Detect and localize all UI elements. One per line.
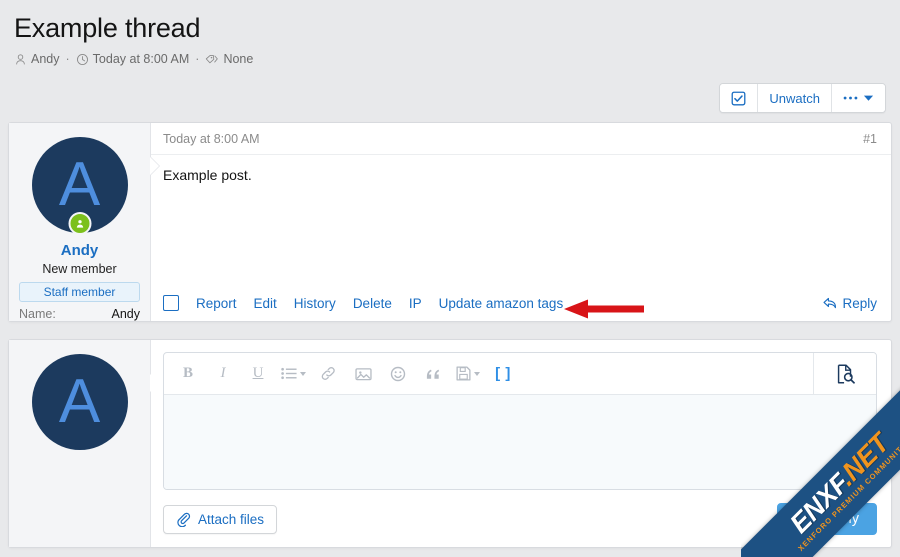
italic-icon[interactable]: I xyxy=(207,360,239,388)
post-reply-button[interactable]: Post reply xyxy=(776,503,877,535)
post-action-bar: Report Edit History Delete IP Update ama… xyxy=(151,287,891,321)
update-amazon-tags-link[interactable]: Update amazon tags xyxy=(439,296,564,311)
smilie-icon[interactable] xyxy=(382,360,414,388)
avatar-wrapper: A xyxy=(31,137,128,235)
list-icon[interactable] xyxy=(277,360,309,388)
staff-member-badge: Staff member xyxy=(19,282,140,302)
post-user-sidebar: A Andy New member Staff member Name: And… xyxy=(9,123,151,321)
underline-icon[interactable]: U xyxy=(242,360,274,388)
post-user-title: New member xyxy=(42,262,117,276)
edit-link[interactable]: Edit xyxy=(254,296,277,311)
checkbox-checked-icon xyxy=(731,91,746,106)
reply-user-sidebar: A xyxy=(9,340,159,547)
thread-header: Example thread Andy · Today at 8:00 AM ·… xyxy=(0,0,900,67)
reply-main: B I U [] Attach files Post reply xyxy=(151,340,891,547)
chevron-down-icon xyxy=(299,371,306,376)
link-icon[interactable] xyxy=(312,360,344,388)
watch-checkbox-button[interactable] xyxy=(720,84,759,112)
paperclip-icon xyxy=(176,512,191,527)
post-user-field-value: Andy xyxy=(111,307,141,321)
thread-more-options-button[interactable] xyxy=(832,84,885,112)
post-header: Today at 8:00 AM #1 xyxy=(151,123,891,155)
preview-button[interactable] xyxy=(813,353,876,394)
online-status-icon xyxy=(68,212,91,235)
reply-footer: Attach files Post reply xyxy=(163,503,877,535)
bold-icon[interactable]: B xyxy=(172,360,204,388)
attach-files-button[interactable]: Attach files xyxy=(163,504,278,534)
preview-document-icon xyxy=(834,363,856,385)
editor-toolbar: B I U [] xyxy=(164,353,813,394)
post-number[interactable]: #1 xyxy=(863,132,877,146)
reply-arrow-icon xyxy=(823,297,837,310)
bbcode-icon[interactable]: [ ] xyxy=(487,360,519,388)
ellipsis-icon xyxy=(843,95,858,101)
thread-meta: Andy · Today at 8:00 AM · None xyxy=(14,51,886,67)
reply-editor-block: A B I U [] Attach files Post reply xyxy=(8,339,892,548)
annotation-arrow-icon xyxy=(564,299,644,319)
avatar[interactable]: A xyxy=(31,354,128,450)
editor-toolbar-row: B I U [] xyxy=(164,353,876,395)
watch-button-group: Unwatch xyxy=(719,83,886,113)
report-link[interactable]: Report xyxy=(196,296,237,311)
chevron-down-icon xyxy=(474,371,480,376)
delete-link[interactable]: Delete xyxy=(353,296,392,311)
message-editor: B I U [] xyxy=(163,352,877,490)
post-username[interactable]: Andy xyxy=(19,242,140,259)
attach-files-label: Attach files xyxy=(198,511,265,527)
media-icon[interactable] xyxy=(452,360,484,388)
ip-link[interactable]: IP xyxy=(409,296,422,311)
thread-author: Andy xyxy=(14,51,60,67)
history-link[interactable]: History xyxy=(294,296,336,311)
tag-icon xyxy=(205,53,219,66)
thread-date: Today at 8:00 AM xyxy=(76,51,190,67)
chevron-down-icon xyxy=(863,94,874,102)
reply-label: Reply xyxy=(842,295,877,311)
select-post-checkbox[interactable] xyxy=(163,295,179,311)
clock-icon xyxy=(76,53,89,66)
post-main: Today at 8:00 AM #1 Example post. Report… xyxy=(151,123,891,321)
thread-date-text[interactable]: Today at 8:00 AM xyxy=(93,51,190,67)
person-icon xyxy=(14,53,27,66)
post-message-content: Example post. xyxy=(163,167,252,183)
image-icon[interactable] xyxy=(347,360,379,388)
unwatch-button[interactable]: Unwatch xyxy=(758,84,832,112)
message-input[interactable] xyxy=(164,395,876,489)
thread-tags-value[interactable]: None xyxy=(223,51,253,67)
post-user-field-label: Name: xyxy=(19,307,56,321)
post-article: A Andy New member Staff member Name: And… xyxy=(8,122,892,322)
quote-icon[interactable] xyxy=(417,360,449,388)
post-user-field: Name: Andy xyxy=(19,307,140,321)
thread-author-name[interactable]: Andy xyxy=(31,51,60,67)
meta-separator-2: · xyxy=(195,52,200,66)
meta-separator-1: · xyxy=(65,52,70,66)
post-date[interactable]: Today at 8:00 AM xyxy=(163,132,260,146)
reply-button[interactable]: Reply xyxy=(823,296,877,311)
thread-tags: None xyxy=(205,51,253,67)
page-title: Example thread xyxy=(14,13,201,43)
thread-toolbar: Unwatch xyxy=(0,67,900,122)
